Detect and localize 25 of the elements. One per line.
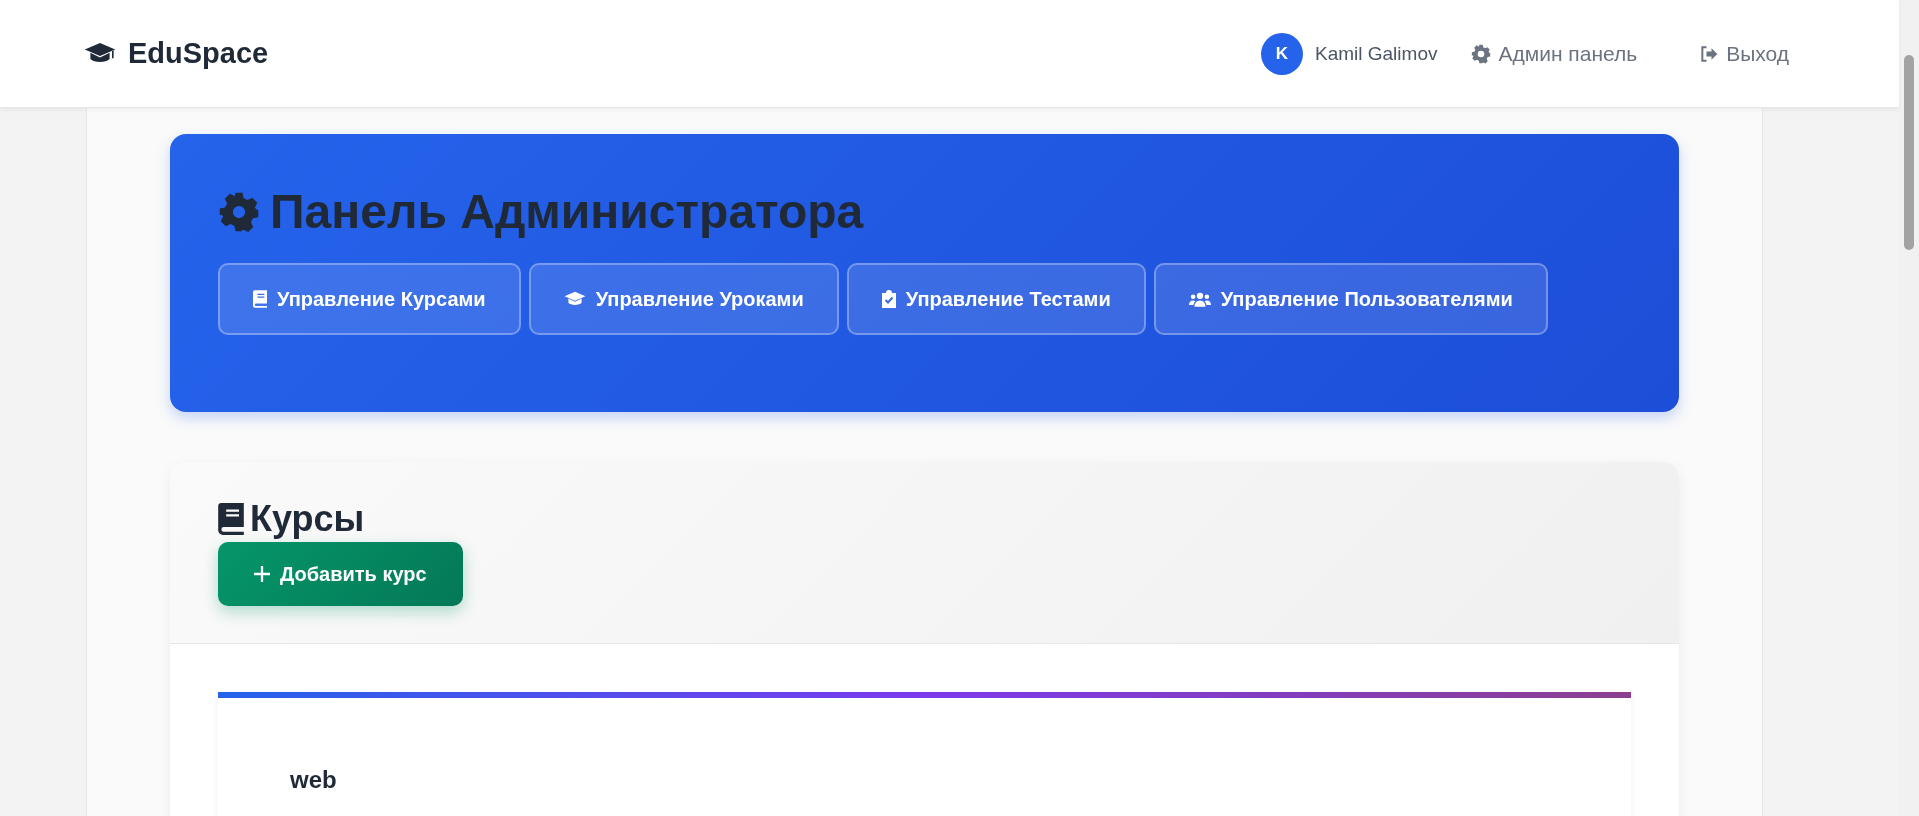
- exit-icon: [1699, 43, 1720, 64]
- settings-icon: [1471, 43, 1492, 64]
- graduation-cap-icon: [84, 42, 116, 65]
- user-name[interactable]: Kamil Galimov: [1315, 42, 1438, 65]
- admin-nav-button[interactable]: Управление Уроками: [528, 263, 839, 335]
- nav-link[interactable]: Выход: [1699, 41, 1789, 66]
- user-avatar[interactable]: K: [1261, 32, 1303, 75]
- section-title: Курсы: [250, 498, 365, 540]
- users-icon: [1188, 291, 1211, 307]
- course-card[interactable]: web: [218, 692, 1631, 816]
- book-icon: [218, 503, 244, 535]
- graduation-cap-icon: [563, 291, 586, 307]
- brand-name[interactable]: EduSpace: [128, 37, 269, 70]
- course-title: web: [290, 766, 337, 793]
- nav-link[interactable]: Админ панель: [1471, 41, 1638, 66]
- admin-nav-button[interactable]: Управление Пользователями: [1153, 263, 1548, 335]
- admin-nav-button[interactable]: Управление Тестами: [846, 263, 1146, 335]
- scrollbar-thumb[interactable]: [1904, 55, 1914, 250]
- add-course-button[interactable]: Добавить курс: [218, 542, 463, 606]
- plus-icon: [254, 566, 270, 582]
- settings-icon: [218, 190, 260, 233]
- clipboard-icon: [881, 290, 896, 308]
- admin-title: Панель Администратора: [270, 184, 864, 239]
- admin-nav-button[interactable]: Управление Курсами: [218, 263, 521, 335]
- book-icon: [253, 290, 267, 308]
